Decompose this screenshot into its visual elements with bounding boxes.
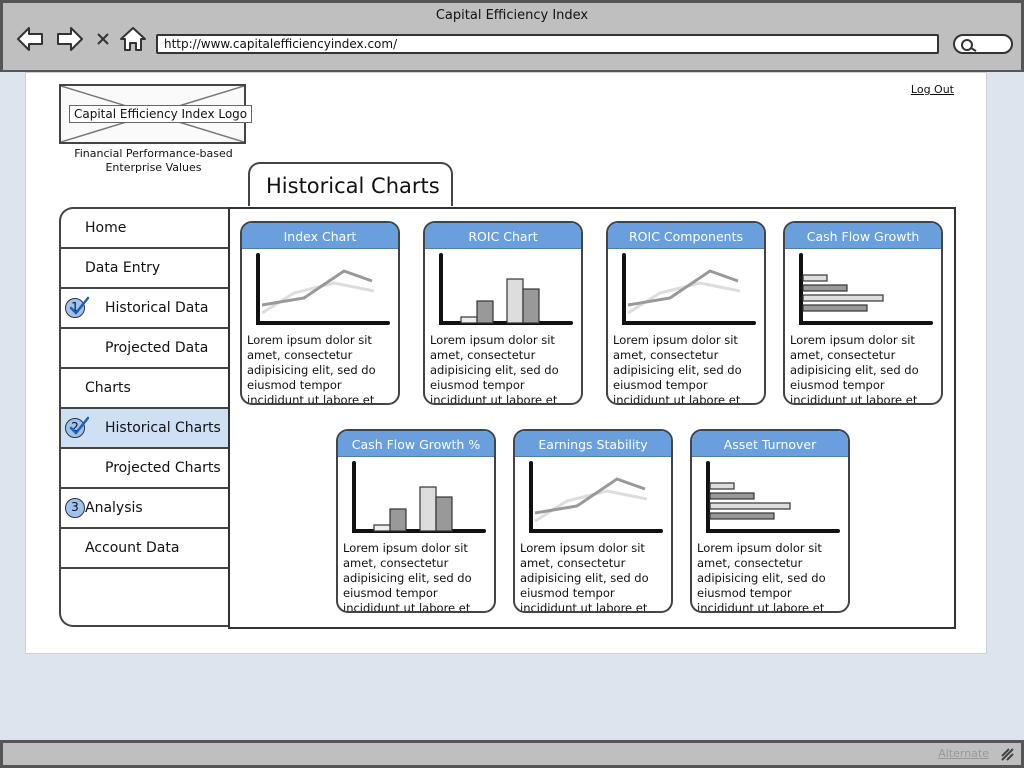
chart-card-roic-chart[interactable]: ROIC Chart Lorem ipsum dolor sit amet, c… — [423, 221, 583, 405]
card-title: ROIC Components — [608, 223, 764, 249]
step-badge-1: 1 — [65, 296, 89, 318]
logout-link[interactable]: Log Out — [911, 83, 954, 96]
back-arrow-icon[interactable] — [15, 25, 45, 53]
window-title: Capital Efficiency Index — [435, 8, 589, 23]
alternate-link[interactable]: Alternate — [938, 747, 989, 760]
step-badge-2: 2 — [65, 416, 89, 438]
tagline: Financial Performance-based Enterprise V… — [66, 147, 241, 175]
resize-grip-icon[interactable] — [999, 746, 1015, 766]
horizontal-bar-chart-thumbnail-icon — [799, 253, 933, 325]
card-description: Lorem ipsum dolor sit amet, consectetur … — [790, 333, 919, 405]
browser-titlebar: Capital Efficiency Index http://www.capi… — [0, 0, 1024, 72]
browser-statusbar: Alternate — [0, 740, 1024, 768]
logo-label: Capital Efficiency Index Logo — [69, 105, 253, 123]
sidebar-item-label: Projected Data — [105, 340, 209, 356]
chart-card-roic-components[interactable]: ROIC Components Lorem ipsum dolor sit am… — [606, 221, 766, 405]
sidebar-item-account-data[interactable]: Account Data — [61, 529, 229, 569]
tagline-line-2: Enterprise Values — [105, 161, 202, 174]
step-badge-3: 3 — [65, 498, 85, 518]
bar-chart-thumbnail-icon — [352, 461, 486, 533]
sidebar-item-label: Data Entry — [85, 260, 161, 276]
sidebar-item-label: Account Data — [85, 540, 180, 556]
sidebar-nav: Home Data Entry 1 Historical Data Projec… — [59, 207, 229, 627]
chart-card-cash-flow-growth[interactable]: Cash Flow Growth Lorem ipsum dolor sit a… — [783, 221, 943, 405]
line-chart-thumbnail-icon — [622, 253, 756, 325]
card-title: ROIC Chart — [425, 223, 581, 249]
card-description: Lorem ipsum dolor sit amet, consectetur … — [520, 541, 649, 613]
chart-card-index-chart[interactable]: Index Chart Lorem ipsum dolor sit amet, … — [240, 221, 400, 405]
sidebar-item-label: Projected Charts — [105, 460, 221, 476]
horizontal-bar-chart-thumbnail-icon — [706, 461, 840, 533]
checkmark-icon — [69, 416, 89, 435]
address-bar[interactable]: http://www.capitalefficiencyindex.com/ — [156, 34, 939, 54]
home-icon[interactable] — [118, 25, 148, 53]
browser-search-field[interactable] — [953, 34, 1013, 54]
card-description: Lorem ipsum dolor sit amet, consectetur … — [613, 333, 742, 405]
card-title: Earnings Stability — [515, 431, 671, 457]
sidebar-item-label: Charts — [85, 380, 131, 396]
sidebar-item-projected-charts[interactable]: Projected Charts — [61, 449, 229, 489]
charts-panel: Index Chart Lorem ipsum dolor sit amet, … — [228, 207, 956, 629]
bar-chart-thumbnail-icon — [439, 253, 573, 325]
sidebar-item-projected-data[interactable]: Projected Data — [61, 329, 229, 369]
chart-card-asset-turnover[interactable]: Asset Turnover Lorem ipsum dolor sit ame… — [690, 429, 850, 613]
stop-icon[interactable] — [93, 25, 113, 53]
sidebar-item-data-entry[interactable]: Data Entry — [61, 249, 229, 289]
chart-card-earnings-stability[interactable]: Earnings Stability Lorem ipsum dolor sit… — [513, 429, 673, 613]
sidebar-item-historical-data[interactable]: 1 Historical Data — [61, 289, 229, 329]
sidebar-item-home[interactable]: Home — [61, 209, 229, 249]
card-title: Cash Flow Growth % — [338, 431, 494, 457]
card-title: Asset Turnover — [692, 431, 848, 457]
card-description: Lorem ipsum dolor sit amet, consectetur … — [343, 541, 472, 613]
card-title: Cash Flow Growth — [785, 223, 941, 249]
sidebar-item-historical-charts[interactable]: 2 Historical Charts — [61, 409, 229, 449]
search-icon — [961, 39, 977, 52]
card-description: Lorem ipsum dolor sit amet, consectetur … — [697, 541, 826, 613]
tagline-line-1: Financial Performance-based — [74, 147, 233, 160]
card-description: Lorem ipsum dolor sit amet, consectetur … — [247, 333, 376, 405]
page-canvas: Capital Efficiency Index Logo Financial … — [25, 72, 987, 654]
forward-arrow-icon[interactable] — [55, 25, 85, 53]
sidebar-item-label: Home — [85, 220, 127, 236]
page-title: Historical Charts — [248, 162, 453, 206]
card-title: Index Chart — [242, 223, 398, 249]
line-chart-thumbnail-icon — [256, 253, 390, 325]
chart-card-cash-flow-growth-pct[interactable]: Cash Flow Growth % Lorem ipsum dolor sit… — [336, 429, 496, 613]
checkmark-icon — [69, 296, 89, 315]
sidebar-item-charts[interactable]: Charts — [61, 369, 229, 409]
card-description: Lorem ipsum dolor sit amet, consectetur … — [430, 333, 559, 405]
line-chart-thumbnail-icon — [529, 461, 663, 533]
logo-placeholder: Capital Efficiency Index Logo — [59, 84, 253, 144]
sidebar-item-analysis[interactable]: 3 Analysis — [61, 489, 229, 529]
